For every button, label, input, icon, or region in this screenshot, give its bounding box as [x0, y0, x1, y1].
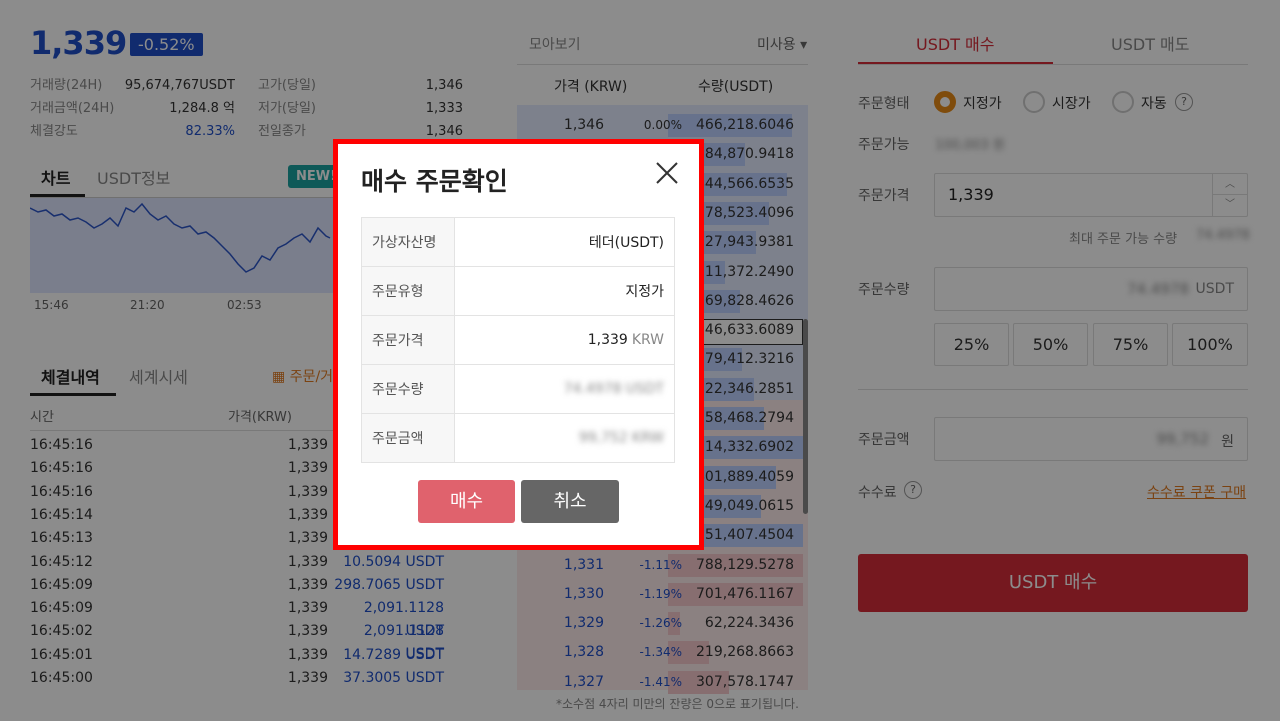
row-key: 주문금액 — [361, 413, 455, 463]
row-unit: KRW — [631, 332, 664, 348]
table-row: 주문수량 74.4978 USDT — [361, 364, 675, 414]
table-row: 주문가격 1,339 KRW — [361, 315, 675, 365]
row-value-text: 99,752 — [578, 430, 628, 446]
cancel-button[interactable]: 취소 — [521, 480, 619, 523]
dialog-title: 매수 주문확인 — [361, 167, 508, 196]
row-unit: USDT — [625, 381, 664, 397]
row-value-text: 1,339 — [587, 332, 628, 348]
row-value-text: 지정가 — [625, 284, 664, 300]
row-unit: KRW — [631, 430, 664, 446]
row-value-text: 테더(USDT) — [588, 235, 664, 251]
row-key: 가상자산명 — [361, 217, 455, 267]
row-value: 지정가 — [454, 266, 675, 316]
row-key: 주문수량 — [361, 364, 455, 414]
row-value: 테더(USDT) — [454, 217, 675, 267]
row-value-text: 74.4978 — [563, 381, 622, 397]
row-value: 74.4978 USDT — [454, 364, 675, 414]
row-key: 주문유형 — [361, 266, 455, 316]
row-key: 주문가격 — [361, 315, 455, 365]
table-row: 주문금액 99,752 KRW — [361, 413, 675, 463]
confirm-buy-button[interactable]: 매수 — [418, 480, 515, 523]
row-value: 99,752 KRW — [454, 413, 675, 463]
close-icon[interactable] — [654, 160, 680, 186]
dialog-table: 가상자산명 테더(USDT) 주문유형 지정가 주문가격 1,339 KRW 주문수량 7… — [361, 217, 675, 463]
table-row: 주문유형 지정가 — [361, 266, 675, 316]
row-value: 1,339 KRW — [454, 315, 675, 365]
table-row: 가상자산명 테더(USDT) — [361, 217, 675, 267]
